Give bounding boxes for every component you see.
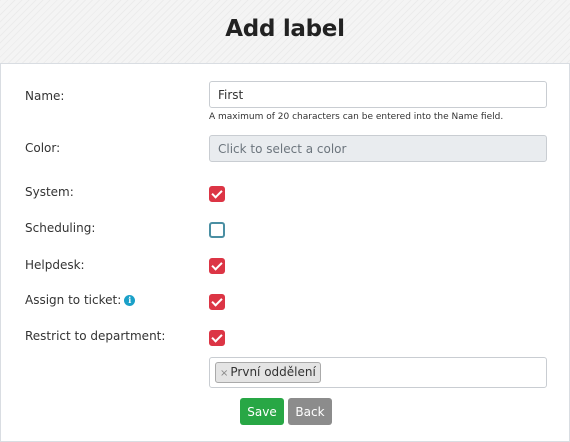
name-label: Name: — [25, 89, 65, 103]
scheduling-label: Scheduling: — [25, 221, 96, 235]
department-chip-label: První oddělení — [230, 365, 316, 379]
color-picker-input[interactable] — [209, 135, 547, 162]
form-panel: Name: A maximum of 20 characters can be … — [0, 63, 570, 442]
assign-to-ticket-label-group: Assign to ticket: i — [25, 293, 136, 307]
helpdesk-label: Helpdesk: — [25, 258, 85, 272]
assign-to-ticket-label: Assign to ticket: — [25, 293, 122, 307]
name-input[interactable] — [209, 81, 547, 108]
chip-remove-icon[interactable]: × — [220, 368, 228, 379]
helpdesk-checkbox[interactable] — [209, 258, 225, 274]
save-button[interactable]: Save — [240, 398, 284, 425]
scheduling-checkbox[interactable] — [209, 222, 225, 238]
color-label: Color: — [25, 141, 61, 155]
system-checkbox[interactable] — [209, 186, 225, 202]
restrict-to-department-checkbox[interactable] — [209, 330, 225, 346]
department-multiselect[interactable]: × První oddělení — [209, 357, 547, 388]
department-chip: × První oddělení — [215, 362, 321, 383]
assign-to-ticket-checkbox[interactable] — [209, 294, 225, 310]
name-hint: A maximum of 20 characters can be entere… — [209, 112, 504, 122]
page-title: Add label — [225, 16, 345, 42]
back-button[interactable]: Back — [288, 398, 332, 425]
restrict-to-department-label: Restrict to department: — [25, 329, 166, 343]
info-icon[interactable]: i — [124, 295, 136, 306]
system-label: System: — [25, 185, 74, 199]
